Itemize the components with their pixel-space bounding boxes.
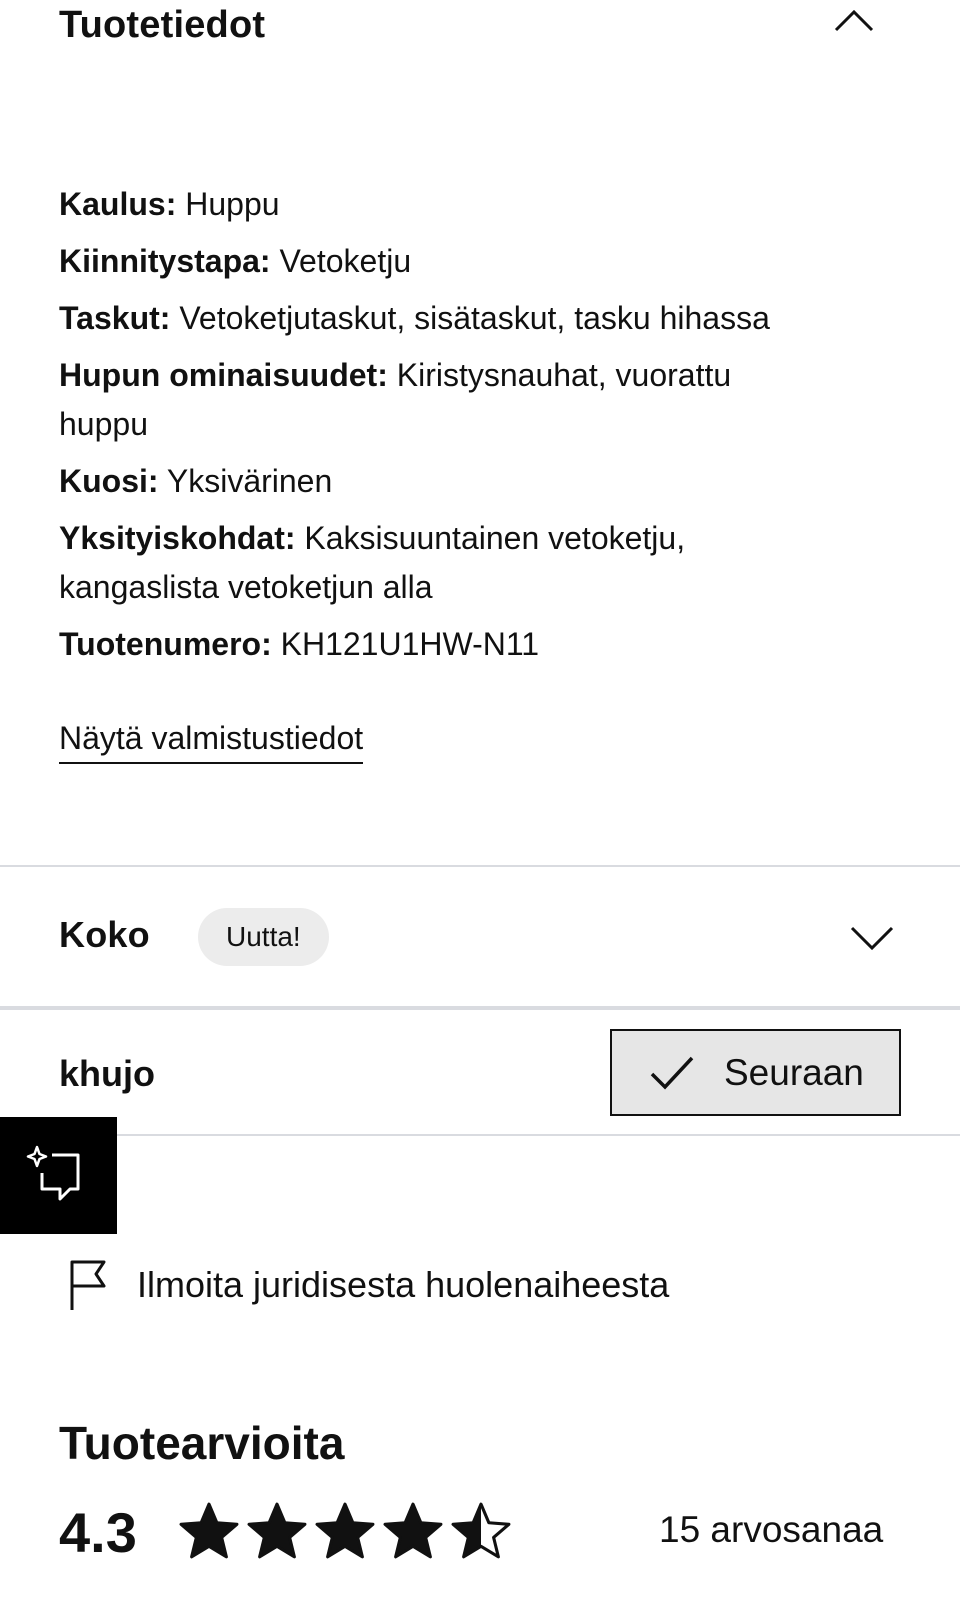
details-title: Tuotetiedot xyxy=(59,4,266,46)
rating-value: 4.3 xyxy=(59,1501,137,1564)
attr-label: Taskut: xyxy=(59,300,171,336)
attr-label: Yksityiskohdat: xyxy=(59,520,296,556)
check-icon xyxy=(648,1054,696,1092)
flag-icon xyxy=(66,1258,110,1319)
size-title[interactable]: Koko xyxy=(59,914,150,956)
chevron-down-icon[interactable] xyxy=(848,920,896,952)
ai-assistant-button[interactable] xyxy=(0,1117,117,1234)
attr-product-number: Tuotenumero: KH121U1HW-N11 xyxy=(59,620,539,669)
sparkle-chat-icon xyxy=(24,1143,86,1210)
report-legal-link[interactable]: Ilmoita juridisesta huolenaiheesta xyxy=(137,1264,669,1306)
divider xyxy=(0,865,960,867)
star-full-icon xyxy=(315,1502,375,1559)
follow-label: Seuraan xyxy=(724,1051,864,1093)
attr-label: Kiinnitystapa: xyxy=(59,243,271,279)
attr-value: Kiristysnauhat, vuorattu xyxy=(396,357,732,393)
divider xyxy=(0,1134,960,1136)
attr-collar: Kaulus: Huppu xyxy=(59,180,280,229)
rating-count[interactable]: 15 arvosanaa xyxy=(659,1509,883,1551)
attr-details: Yksityiskohdat: Kaksisuuntainen vetoketj… xyxy=(59,514,685,563)
follow-button[interactable]: Seuraan xyxy=(610,1029,901,1116)
star-full-icon xyxy=(179,1502,239,1559)
attr-value: Vetoketju xyxy=(279,243,412,279)
new-badge: Uutta! xyxy=(198,908,329,966)
divider xyxy=(0,1006,960,1010)
attr-value: Kaksisuuntainen vetoketju, xyxy=(304,520,686,556)
reviews-title: Tuotearvioita xyxy=(59,1417,345,1469)
attr-value: Huppu xyxy=(185,186,280,222)
attr-fastening: Kiinnitystapa: Vetoketju xyxy=(59,237,411,286)
attr-value: Yksivärinen xyxy=(166,463,333,499)
star-half-icon xyxy=(451,1502,511,1559)
manufacturing-info-link[interactable]: Näytä valmistustiedot xyxy=(59,718,364,764)
star-full-icon xyxy=(247,1502,307,1559)
attr-pockets: Taskut: Vetoketjutaskut, sisätaskut, tas… xyxy=(59,294,770,343)
attr-hood-features-cont: huppu xyxy=(59,406,148,442)
brand-name[interactable]: khujo xyxy=(59,1053,155,1095)
attr-value: Vetoketjutaskut, sisätaskut, tasku hihas… xyxy=(179,300,770,336)
attr-label: Kuosi: xyxy=(59,463,159,499)
rating-stars xyxy=(178,1500,512,1564)
attr-value: KH121U1HW-N11 xyxy=(280,626,540,662)
attr-label: Kaulus: xyxy=(59,186,177,222)
attr-hood-features: Hupun ominaisuudet: Kiristysnauhat, vuor… xyxy=(59,351,731,400)
attr-details-cont: kangaslista vetoketjun alla xyxy=(59,569,433,605)
star-full-icon xyxy=(383,1502,443,1559)
chevron-up-icon[interactable] xyxy=(832,6,876,36)
attr-label: Tuotenumero: xyxy=(59,626,272,662)
attr-label: Hupun ominaisuudet: xyxy=(59,357,388,393)
attr-pattern: Kuosi: Yksivärinen xyxy=(59,457,332,506)
